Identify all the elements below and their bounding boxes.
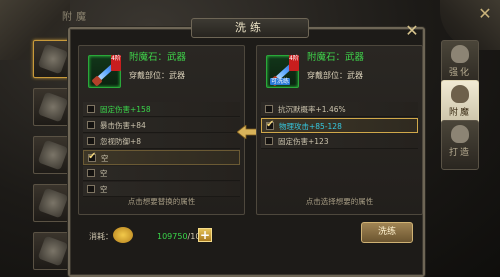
cost-bar: 消耗： 109750/100 + 洗练 bbox=[78, 222, 423, 252]
attribute-checkbox[interactable] bbox=[87, 121, 95, 129]
equipment-icon bbox=[37, 43, 69, 75]
cost-label: 消耗： bbox=[89, 232, 113, 241]
equipment-slot[interactable] bbox=[33, 40, 71, 78]
background-title: 附魔 bbox=[62, 12, 90, 23]
equipment-slot[interactable] bbox=[33, 232, 71, 270]
equipment-icon bbox=[37, 139, 69, 171]
attribute-list: 抗沉默概率+1.46% ✔ 物理攻击+85-128 固定伤害+123 bbox=[261, 102, 418, 150]
equipment-icon bbox=[37, 91, 69, 123]
attribute-row[interactable]: 忽视防御+8 bbox=[83, 134, 240, 149]
item-title: 附魔石：武器 bbox=[129, 52, 187, 63]
panel-hint: 点击想要替换的属性 bbox=[127, 197, 196, 206]
bag-icon bbox=[451, 45, 469, 63]
bag-icon bbox=[451, 85, 469, 103]
attribute-checkbox[interactable] bbox=[265, 137, 273, 145]
item-header: 4阶 可洗练 附魔石：武器 穿戴部位：武器 bbox=[257, 46, 422, 88]
attribute-text: 忽视防御+8 bbox=[100, 137, 142, 146]
cost-have: 109750 bbox=[157, 232, 188, 241]
attribute-checkbox[interactable] bbox=[87, 185, 95, 193]
attribute-text: 暴击伤害+84 bbox=[100, 121, 146, 130]
equipment-icon bbox=[37, 235, 69, 267]
new-attributes-panel: 4阶 可洗练 附魔石：武器 穿戴部位：武器 抗沉默概率+1.46% ✔ 物理攻击… bbox=[256, 45, 423, 215]
attribute-text: 空 bbox=[100, 185, 108, 194]
tab-strengthen-label: 强化 bbox=[448, 68, 471, 78]
attribute-text: 物理攻击+85-128 bbox=[279, 122, 342, 131]
add-material-button[interactable]: + bbox=[198, 228, 212, 242]
enchant-stone-icon: 4阶 bbox=[88, 55, 121, 88]
gold-coin-icon bbox=[113, 227, 133, 243]
checkmark-icon: ✔ bbox=[88, 151, 97, 162]
item-slot-label: 穿戴部位：武器 bbox=[129, 71, 185, 80]
attribute-list: 固定伤害+158 暴击伤害+84 忽视防御+8 ✔ 空 空 空 bbox=[83, 102, 240, 198]
panel-hint: 点击选择想要的属性 bbox=[305, 197, 374, 206]
wash-button[interactable]: 洗练 bbox=[361, 222, 413, 243]
item-slot-label: 穿戴部位：武器 bbox=[307, 71, 363, 80]
level-badge: 4阶 bbox=[111, 55, 121, 71]
attribute-row[interactable]: 空 bbox=[83, 182, 240, 197]
attribute-row[interactable]: 固定伤害+158 bbox=[83, 102, 240, 117]
item-title: 附魔石：武器 bbox=[307, 52, 365, 63]
item-header: 4阶 附魔石：武器 穿戴部位：武器 bbox=[79, 46, 244, 88]
washable-badge: 可洗练 bbox=[270, 78, 291, 85]
level-badge: 4阶 bbox=[289, 55, 299, 71]
attribute-row[interactable]: 空 bbox=[83, 166, 240, 181]
attribute-checkbox[interactable] bbox=[87, 169, 95, 177]
attribute-row-selected[interactable]: ✔ 物理攻击+85-128 bbox=[261, 118, 418, 133]
tab-forge-label: 打造 bbox=[448, 148, 471, 158]
attribute-row[interactable]: 暴击伤害+84 bbox=[83, 118, 240, 133]
attribute-row-selected[interactable]: ✔ 空 bbox=[83, 150, 240, 165]
attribute-checkbox[interactable] bbox=[265, 105, 273, 113]
equipment-slot[interactable] bbox=[33, 88, 71, 126]
tab-forge[interactable]: 打造 bbox=[441, 120, 479, 170]
attribute-text: 空 bbox=[100, 169, 108, 178]
equipment-slot[interactable] bbox=[33, 136, 71, 174]
tab-enchant-label: 附魔 bbox=[448, 108, 471, 118]
dialog-close-icon[interactable]: ✕ bbox=[403, 22, 421, 40]
equipment-icon bbox=[37, 187, 69, 219]
attribute-row[interactable]: 固定伤害+123 bbox=[261, 134, 418, 149]
attribute-text: 空 bbox=[101, 154, 109, 163]
enchant-stone-icon: 4阶 可洗练 bbox=[266, 55, 299, 88]
attribute-text: 固定伤害+123 bbox=[278, 137, 329, 146]
bag-icon bbox=[451, 125, 469, 143]
attribute-row[interactable]: 抗沉默概率+1.46% bbox=[261, 102, 418, 117]
attribute-checkbox[interactable] bbox=[87, 137, 95, 145]
attribute-text: 抗沉默概率+1.46% bbox=[278, 105, 346, 114]
background-close-icon[interactable]: ✕ bbox=[476, 5, 494, 23]
checkmark-icon: ✔ bbox=[266, 119, 275, 130]
dialog-title: 洗练 bbox=[191, 18, 309, 38]
attribute-text: 固定伤害+158 bbox=[100, 105, 151, 114]
attribute-checkbox[interactable] bbox=[87, 105, 95, 113]
equipment-slot[interactable] bbox=[33, 184, 71, 222]
current-attributes-panel: 4阶 附魔石：武器 穿戴部位：武器 固定伤害+158 暴击伤害+84 忽视防御+… bbox=[78, 45, 245, 215]
